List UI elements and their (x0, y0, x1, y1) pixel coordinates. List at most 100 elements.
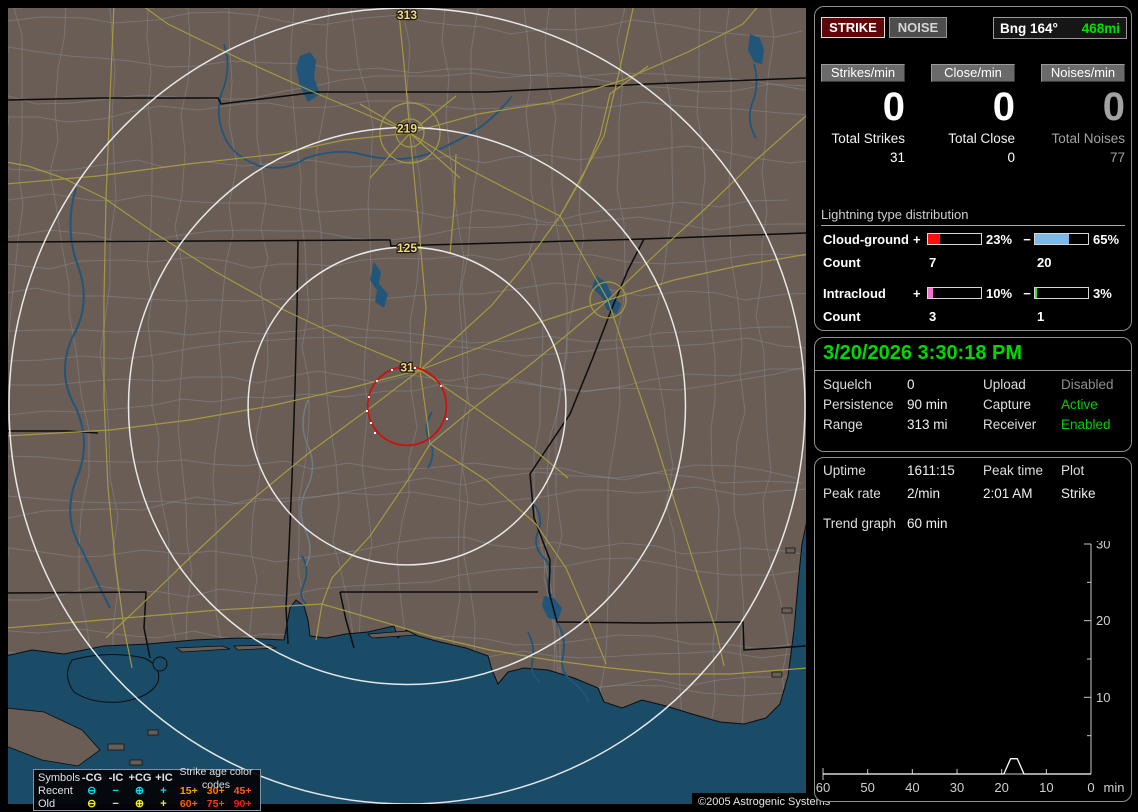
age-code-45: 45+ (233, 785, 252, 797)
y-tick-label: 30 (1096, 541, 1110, 552)
x-tick-label: 60 (816, 780, 830, 795)
count-label: Count (823, 309, 861, 324)
total-close-value: 0 (1007, 150, 1015, 165)
persistence-label: Persistence (823, 397, 894, 412)
noise-mode-button[interactable]: NOISE (889, 17, 947, 38)
noises-column: Noises/min 0 Total Noises 77 (1041, 64, 1125, 165)
uptime-label: Uptime (823, 463, 866, 478)
legend-header-pos-cg: +CG (128, 772, 152, 784)
recent-pos-ic-icon: + (160, 785, 167, 797)
old-neg-cg-icon: ⊖ (87, 798, 97, 810)
age-code-60: 60+ (179, 798, 198, 810)
cloud-ground-count-row: Count 7 20 (823, 255, 1127, 271)
ic-positive-bar (927, 287, 982, 299)
uptime-value: 1611:15 (907, 463, 955, 478)
total-strikes-label: Total Strikes (831, 131, 905, 146)
intracloud-count-row: Count 3 1 (823, 309, 1127, 325)
cg-negative-count: 20 (1037, 255, 1052, 270)
app-window: 313 219 125 31 Symbols -CG -IC +CG +IC Stri… (0, 0, 1138, 812)
minus-sign: − (1023, 231, 1031, 247)
legend-symbols-header: Symbols (38, 772, 81, 784)
squelch-label: Squelch (823, 377, 872, 392)
peak-time-label: Peak time (983, 463, 1044, 478)
ic-positive-count: 3 (929, 309, 937, 324)
x-axis-unit: min (1104, 780, 1125, 795)
legend-header-neg-cg: -CG (81, 772, 103, 784)
x-tick-label: 20 (994, 780, 1008, 795)
map-canvas[interactable]: 313 219 125 31 (8, 8, 806, 804)
trend-graph-window: 60 min (907, 516, 948, 531)
status-panel: 3/20/2026 3:30:18 PM Squelch 0 Upload Di… (814, 337, 1132, 452)
legend-row-recent: Recent ⊖ − ⊕ + 15+ 30+ 45+ (38, 785, 256, 798)
cg-negative-bar (1034, 233, 1089, 245)
session-row: Peak rate 2/min 2:01 AM Strike (815, 486, 1131, 506)
session-row: Uptime 1611:15 Peak time Plot (815, 463, 1131, 483)
total-strikes-value: 31 (889, 150, 905, 165)
strike-counters-panel: STRIKE NOISE Bng 164° 468mi Strikes/min … (814, 6, 1132, 331)
old-pos-ic-icon: + (160, 798, 167, 810)
total-noises-value: 77 (1109, 150, 1125, 165)
close-column: Close/min 0 Total Close 0 (931, 64, 1015, 165)
recent-neg-cg-icon: ⊖ (87, 785, 97, 797)
map-legend: Symbols -CG -IC +CG +IC Strike age color… (33, 766, 261, 811)
bearing-readout: Bng 164° 468mi (993, 17, 1127, 39)
close-per-min-value: 0 (992, 85, 1015, 129)
strikes-per-min-badge: Strikes/min (821, 64, 905, 82)
clock-display: 3/20/2026 3:30:18 PM (823, 342, 1023, 364)
y-tick-label: 10 (1096, 690, 1110, 705)
range-label: Range (823, 417, 863, 432)
receiver-label: Receiver (983, 417, 1037, 432)
upload-status: Disabled (1061, 377, 1114, 392)
cloud-ground-label: Cloud-ground (823, 231, 909, 247)
lightning-map[interactable]: 313 219 125 31 Symbols -CG -IC +CG +IC Stri… (8, 8, 830, 812)
ring-distance-label: 125 (397, 241, 417, 255)
cg-positive-pct: 23% (986, 231, 1013, 247)
intracloud-label: Intracloud (823, 285, 886, 301)
x-tick-label: 30 (950, 780, 964, 795)
ring-distance-label: 31 (400, 361, 414, 375)
plot-label: Plot (1061, 463, 1085, 478)
minus-sign: − (1023, 285, 1031, 301)
age-code-15: 15+ (179, 785, 198, 797)
old-pos-cg-icon: ⊕ (134, 798, 145, 810)
legend-header-pos-ic: +IC (155, 772, 173, 784)
x-tick-label: 50 (860, 780, 874, 795)
cg-positive-count: 7 (929, 255, 937, 270)
cg-negative-pct: 65% (1093, 231, 1120, 247)
squelch-value: 0 (907, 377, 915, 392)
legend-old-label: Old (38, 798, 56, 810)
close-per-min-badge: Close/min (931, 64, 1015, 82)
intracloud-row: Intracloud + 10% − 3% (823, 285, 1127, 301)
capture-label: Capture (983, 397, 1032, 412)
capture-status: Active (1061, 397, 1098, 412)
status-row: Range 313 mi Receiver Enabled (815, 417, 1131, 437)
age-code-30: 30+ (206, 785, 225, 797)
session-panel: Uptime 1611:15 Peak time Plot Peak rate … (814, 457, 1132, 802)
plus-sign: + (913, 285, 921, 301)
count-label: Count (823, 255, 861, 270)
noises-per-min-value: 0 (1102, 85, 1125, 129)
legend-header-neg-ic: -IC (108, 772, 124, 784)
copyright-notice: ©2005 Astrogenic Systems (692, 793, 830, 812)
total-noises-label: Total Noises (1051, 131, 1125, 146)
range-value: 313 mi (907, 417, 948, 432)
strike-mode-button[interactable]: STRIKE (821, 17, 885, 38)
strikes-per-min-value: 0 (882, 85, 905, 129)
divider (815, 370, 1131, 371)
status-row: Squelch 0 Upload Disabled (815, 377, 1131, 397)
noises-per-min-badge: Noises/min (1041, 64, 1125, 82)
y-tick-label: 20 (1096, 613, 1110, 628)
persistence-value: 90 min (907, 397, 948, 412)
receiver-status: Enabled (1061, 417, 1111, 432)
upload-label: Upload (983, 377, 1026, 392)
ring-distance-label: 219 (397, 122, 417, 136)
total-close-label: Total Close (948, 131, 1015, 146)
legend-row-old: Old ⊖ − ⊕ + 60+ 75+ 90+ (38, 798, 256, 811)
trend-graph-label: Trend graph (823, 516, 897, 531)
ic-negative-pct: 3% (1093, 285, 1112, 301)
ic-positive-pct: 10% (986, 285, 1013, 301)
cloud-ground-row: Cloud-ground + 23% − 65% (823, 231, 1127, 247)
x-tick-label: 10 (1039, 780, 1053, 795)
x-tick-label: 0 (1087, 780, 1094, 795)
age-code-75: 75+ (206, 798, 225, 810)
